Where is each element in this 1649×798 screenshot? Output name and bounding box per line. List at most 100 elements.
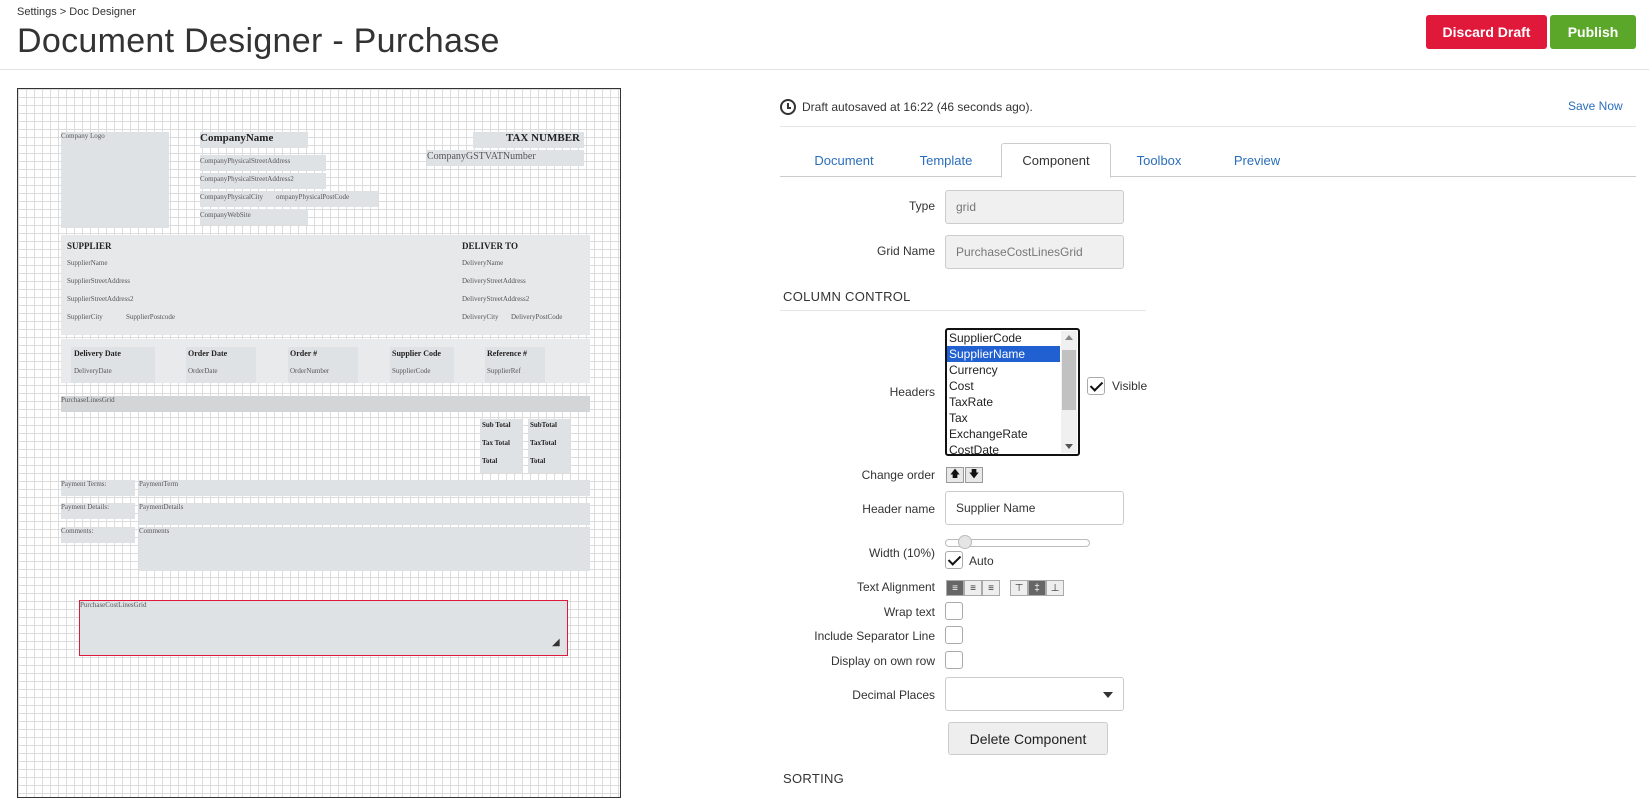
separator-checkbox[interactable] bbox=[945, 626, 963, 644]
reference-field: SupplierRef bbox=[487, 367, 521, 375]
tab-preview[interactable]: Preview bbox=[1212, 143, 1302, 177]
delivery-postcode-field: DeliveryPostCode bbox=[511, 313, 563, 321]
tab-template[interactable]: Template bbox=[901, 143, 991, 177]
supplier-postcode-field: SupplierPostcode bbox=[126, 313, 175, 321]
type-input[interactable]: grid bbox=[945, 190, 1124, 224]
order-date-heading: Order Date bbox=[188, 349, 228, 358]
delivery-address-field: DeliveryStreetAddress bbox=[462, 277, 526, 285]
align-middle-icon[interactable]: ‡ bbox=[1028, 580, 1046, 596]
width-slider-handle[interactable] bbox=[958, 535, 972, 549]
chevron-down-icon bbox=[1103, 692, 1113, 698]
payment-terms-label[interactable]: Payment Terms: bbox=[61, 480, 135, 496]
align-center-icon[interactable]: ≡ bbox=[964, 580, 982, 596]
order-number-field: OrderNumber bbox=[290, 367, 330, 375]
discard-draft-button[interactable]: Discard Draft bbox=[1426, 15, 1547, 49]
wrap-text-checkbox[interactable] bbox=[945, 602, 963, 620]
headers-option[interactable]: Tax bbox=[947, 410, 1060, 426]
payment-terms-field[interactable]: PaymentTerm bbox=[139, 480, 590, 496]
company-logo-block[interactable]: Company Logo bbox=[61, 132, 169, 228]
company-address2-block[interactable]: CompanyPhysicalStreetAddress2 bbox=[200, 173, 326, 189]
design-canvas[interactable]: Company Logo CompanyName CompanyPhysical… bbox=[17, 88, 621, 798]
header-name-label: Header name bbox=[862, 502, 935, 516]
sorting-heading: SORTING bbox=[783, 771, 845, 786]
change-order-label: Change order bbox=[861, 468, 935, 482]
visible-checkbox[interactable] bbox=[1087, 377, 1105, 395]
align-left-icon[interactable]: ≡ bbox=[946, 580, 964, 596]
headers-label: Headers bbox=[889, 385, 935, 399]
order-number-heading: Order # bbox=[290, 349, 318, 358]
supplier-heading: SUPPLIER bbox=[67, 241, 112, 251]
headers-option[interactable]: Currency bbox=[947, 362, 1060, 378]
header-name-input[interactable]: Supplier Name bbox=[945, 491, 1124, 525]
column-control-heading: COLUMN CONTROL bbox=[783, 289, 911, 304]
company-postcode-block[interactable]: ompanyPhysicalPostCode bbox=[276, 191, 378, 207]
scroll-up-icon[interactable] bbox=[1065, 335, 1073, 340]
autosave-status: Draft autosaved at 16:22 (46 seconds ago… bbox=[780, 99, 1033, 115]
align-right-icon[interactable]: ≡ bbox=[982, 580, 1000, 596]
headers-listbox[interactable]: SupplierCode SupplierName Currency Cost … bbox=[945, 328, 1080, 456]
move-down-button[interactable]: 🡇 bbox=[965, 467, 983, 483]
own-row-label: Display on own row bbox=[830, 654, 935, 668]
company-city-block[interactable]: CompanyPhysicalCity bbox=[200, 191, 278, 207]
own-row-checkbox[interactable] bbox=[945, 651, 963, 669]
headers-option[interactable]: SupplierCode bbox=[947, 330, 1060, 346]
separator-label: Include Separator Line bbox=[814, 629, 935, 643]
decimal-places-select[interactable] bbox=[945, 677, 1124, 711]
order-date-field: OrderDate bbox=[188, 367, 218, 375]
delete-component-button[interactable]: Delete Component bbox=[948, 722, 1108, 755]
purchase-lines-grid[interactable]: PurchaseLinesGrid bbox=[61, 396, 590, 412]
comments-label[interactable]: Comments: bbox=[61, 527, 135, 543]
scrollbar-thumb[interactable] bbox=[1062, 350, 1076, 410]
width-label: Width (10%) bbox=[868, 546, 935, 560]
sub-total-field: SubTotal bbox=[530, 421, 557, 429]
purchase-cost-lines-grid[interactable]: PurchaseCostLinesGrid bbox=[79, 600, 568, 656]
payment-details-field[interactable]: PaymentDetails bbox=[139, 503, 590, 525]
payment-details-label[interactable]: Payment Details: bbox=[61, 503, 135, 519]
wrap-text-label: Wrap text bbox=[883, 605, 935, 619]
align-top-icon[interactable]: ⊤ bbox=[1010, 580, 1028, 596]
divider bbox=[780, 126, 1636, 127]
headers-option[interactable]: CostDate bbox=[947, 442, 1060, 454]
company-name-block[interactable]: CompanyName bbox=[200, 132, 308, 148]
grid-name-label: Grid Name bbox=[876, 244, 935, 258]
type-label: Type bbox=[908, 199, 935, 213]
supplier-code-heading: Supplier Code bbox=[392, 349, 441, 358]
text-alignment-label: Text Alignment bbox=[856, 580, 935, 594]
headers-option[interactable]: ExchangeRate bbox=[947, 426, 1060, 442]
sub-total-heading: Sub Total bbox=[482, 421, 511, 429]
deliver-to-heading: DELIVER TO bbox=[462, 241, 518, 251]
headers-option-selected[interactable]: SupplierName bbox=[947, 346, 1060, 362]
delivery-name-field: DeliveryName bbox=[462, 259, 504, 267]
publish-button[interactable]: Publish bbox=[1550, 15, 1636, 49]
tab-component[interactable]: Component bbox=[1001, 143, 1111, 178]
headers-option[interactable]: TaxRate bbox=[947, 394, 1060, 410]
supplier-name-field: SupplierName bbox=[67, 259, 108, 267]
visible-label: Visible bbox=[1112, 379, 1148, 393]
decimal-places-label: Decimal Places bbox=[852, 688, 935, 702]
grid-name-input[interactable]: PurchaseCostLinesGrid bbox=[945, 235, 1124, 269]
headers-option[interactable]: Cost bbox=[947, 378, 1060, 394]
save-now-link[interactable]: Save Now bbox=[1568, 99, 1623, 113]
supplier-city-field: SupplierCity bbox=[67, 313, 103, 321]
resize-handle-icon[interactable]: ◢ bbox=[552, 637, 560, 648]
company-address-block[interactable]: CompanyPhysicalStreetAddress bbox=[200, 155, 326, 171]
breadcrumb[interactable]: Settings > Doc Designer bbox=[17, 6, 136, 18]
tab-toolbox[interactable]: Toolbox bbox=[1114, 143, 1204, 177]
page-title: Document Designer - Purchase bbox=[17, 22, 500, 60]
auto-width-checkbox[interactable] bbox=[945, 551, 963, 569]
move-up-button[interactable]: 🡅 bbox=[946, 467, 964, 483]
company-gst-block[interactable]: CompanyGSTVATNumber bbox=[427, 150, 584, 166]
supplier-address2-field: SupplierStreetAddress2 bbox=[67, 295, 134, 303]
comments-field[interactable]: Comments bbox=[139, 527, 590, 571]
supplier-code-field: SupplierCode bbox=[392, 367, 431, 375]
tax-total-field: TaxTotal bbox=[530, 439, 557, 447]
delivery-address2-field: DeliveryStreetAddress2 bbox=[462, 295, 530, 303]
align-bottom-icon[interactable]: ⊥ bbox=[1046, 580, 1064, 596]
company-website-block[interactable]: CompanyWebSite bbox=[200, 209, 308, 225]
page-header: Settings > Doc Designer Document Designe… bbox=[0, 0, 1649, 70]
divider bbox=[780, 310, 1146, 311]
tab-document[interactable]: Document bbox=[794, 143, 894, 177]
scroll-down-icon[interactable] bbox=[1065, 444, 1073, 449]
tax-number-label[interactable]: TAX NUMBER bbox=[473, 132, 584, 148]
delivery-city-field: DeliveryCity bbox=[462, 313, 499, 321]
